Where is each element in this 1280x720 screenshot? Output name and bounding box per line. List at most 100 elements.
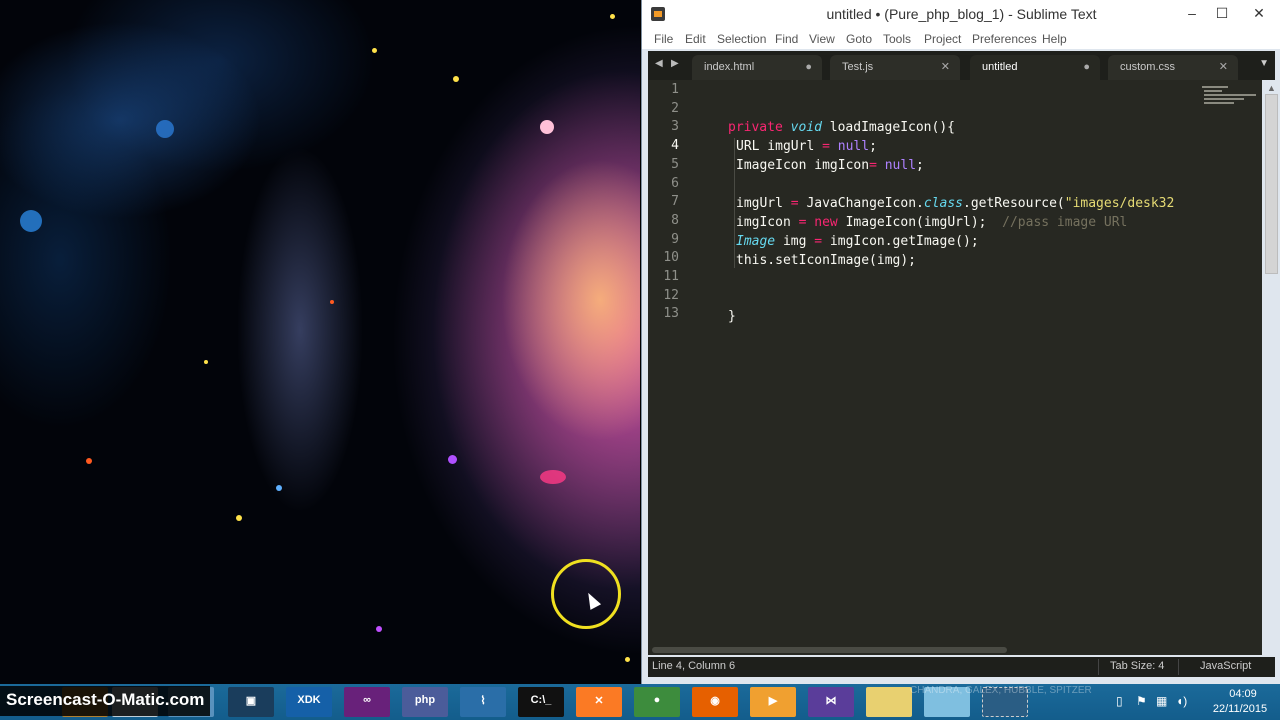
star [540,120,554,134]
code-line-7: imgUrl = JavaChangeIcon.class.getResourc… [736,196,1175,211]
tab-label: index.html [704,61,755,73]
star [204,360,208,364]
tab-custom-css[interactable]: custom.css ✕ [1108,55,1238,80]
code-line-10: this.setIconImage(img); [736,253,917,268]
menu-find[interactable]: Find [775,32,798,46]
vertical-scroll-thumb[interactable] [1265,94,1278,274]
tab-prev-arrow-icon[interactable]: ◀ [655,58,663,69]
code-line-8: imgIcon = new ImageIcon(imgUrl); //pass … [736,215,1128,230]
star [276,485,282,491]
minimap[interactable] [1200,84,1258,106]
star [540,470,566,484]
syntax-selector[interactable]: JavaScript [1200,660,1251,672]
cmd-taskbar-icon[interactable]: C:\_ [518,687,564,717]
menu-bar: File Edit Selection Find View Goto Tools… [642,29,1280,49]
star [448,455,457,464]
network-status-icon[interactable]: ▦ [1156,694,1167,708]
indent-guide [734,138,735,268]
notes-taskbar-icon[interactable]: ▣ [228,687,274,717]
horizontal-scroll-thumb[interactable] [652,647,1007,653]
line-number: 4 [671,138,679,154]
battery-icon[interactable]: ▯ [1116,694,1123,708]
tab-label: untitled [982,61,1018,73]
desktop-wallpaper [0,0,640,684]
sublime-window: untitled • (Pure_php_blog_1) - Sublime T… [641,0,1280,684]
image-credit: CHANDRA, GALEX, HUBBLE, SPITZER [910,685,1092,696]
tab-next-arrow-icon[interactable]: ▶ [671,58,679,69]
menu-goto[interactable]: Goto [846,32,872,46]
line-number: 7 [671,194,679,210]
line-number: 13 [663,306,679,322]
status-divider [1178,659,1179,675]
cursor-position: Line 4, Column 6 [652,660,736,672]
line-number: 5 [671,156,679,172]
code-line-13: } [728,309,736,324]
wireshark-taskbar-icon[interactable]: ⌇ [460,687,506,717]
media-taskbar-icon[interactable]: ▶ [750,687,796,717]
intel-xdk-taskbar-icon[interactable]: XDK [286,687,332,717]
minimize-button[interactable]: – [1182,3,1202,23]
php-taskbar-icon[interactable]: php [402,687,448,717]
code-line-4: URL imgUrl = null; [736,139,877,154]
tab-size-selector[interactable]: Tab Size: 4 [1110,660,1164,672]
clock-date[interactable]: 22/11/2015 [1205,703,1275,715]
star [236,515,242,521]
tab-list-dropdown-icon[interactable]: ▼ [1259,58,1269,69]
menu-project[interactable]: Project [924,32,961,46]
star [86,458,92,464]
star [372,48,377,53]
vs-blend-taskbar-icon[interactable]: ⋈ [808,687,854,717]
line-number: 10 [663,250,679,266]
star [376,626,382,632]
maximize-button[interactable]: ☐ [1212,3,1232,23]
star [20,210,42,232]
tab-index-html[interactable]: index.html ● [692,55,822,80]
star [156,120,174,138]
menu-file[interactable]: File [654,32,673,46]
code-editor[interactable]: 1 2 3 4 5 6 7 8 9 10 11 12 13 private void loadImage… [648,80,1262,655]
title-bar[interactable]: untitled • (Pure_php_blog_1) - Sublime T… [642,0,1280,29]
vertical-scrollbar[interactable]: ▲ [1262,80,1280,655]
code-line-3: private void loadImageIcon(){ [728,120,955,135]
line-number: 9 [671,231,679,247]
code-line-5: ImageIcon imgIcon= null; [736,158,924,173]
line-number: 8 [671,212,679,228]
status-divider [1098,659,1099,675]
star [453,76,459,82]
menu-edit[interactable]: Edit [685,32,706,46]
scroll-up-arrow-icon[interactable]: ▲ [1267,83,1276,93]
close-button[interactable]: ✕ [1239,3,1279,23]
folder-taskbar-icon[interactable] [866,687,912,717]
line-number: 6 [671,175,679,191]
unsaved-dot-icon[interactable]: ● [805,55,812,79]
tab-close-icon[interactable]: ✕ [941,55,950,79]
visual-studio-taskbar-icon[interactable]: ∞ [344,687,390,717]
chrome-taskbar-icon[interactable]: ● [634,687,680,717]
system-tray: ▯ ⚑ ▦ ◖) [1110,688,1210,716]
tab-test-js[interactable]: Test.js ✕ [830,55,960,80]
status-bar: Line 4, Column 6 Tab Size: 4 JavaScript [648,657,1275,677]
star [625,657,630,662]
firefox-taskbar-icon[interactable]: ◉ [692,687,738,717]
line-number: 1 [671,82,679,97]
line-number: 3 [671,119,679,135]
tab-label: custom.css [1120,61,1176,73]
horizontal-scrollbar[interactable] [648,645,1262,655]
line-number: 2 [671,100,679,116]
tab-untitled[interactable]: untitled ● [970,55,1100,80]
notification-flag-icon[interactable]: ⚑ [1136,694,1147,708]
screencast-watermark: Screencast-O-Matic.com [0,686,211,716]
menu-selection[interactable]: Selection [717,32,766,46]
menu-preferences[interactable]: Preferences [972,32,1037,46]
unsaved-dot-icon[interactable]: ● [1083,55,1090,79]
clock-time[interactable]: 04:09 [1218,688,1268,700]
xampp-taskbar-icon[interactable]: ✕ [576,687,622,717]
star [610,14,615,19]
menu-view[interactable]: View [809,32,835,46]
menu-tools[interactable]: Tools [883,32,911,46]
tab-close-icon[interactable]: ✕ [1219,55,1228,79]
volume-icon[interactable]: ◖) [1176,694,1187,708]
line-number: 12 [663,287,679,303]
tab-label: Test.js [842,61,874,73]
menu-help[interactable]: Help [1042,32,1067,46]
